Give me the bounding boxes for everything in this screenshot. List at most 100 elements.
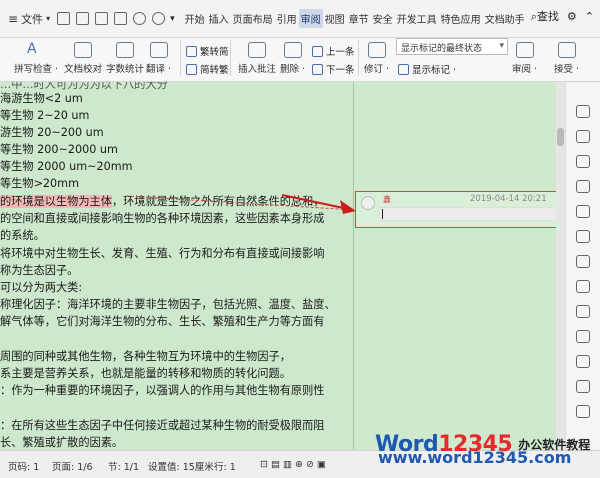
simp-to-trad-button[interactable]: 简转繁 (186, 62, 229, 76)
expand-ribbon-icon[interactable]: ⌃ (585, 10, 594, 23)
redo-icon[interactable] (152, 12, 166, 25)
word-count-button[interactable]: 字数统计 (106, 42, 144, 75)
tab-doc-assistant[interactable]: 文档助手 (483, 9, 527, 28)
tab-home[interactable]: 开始 (183, 9, 207, 28)
doc-line: 等生物 200~2000 um (0, 143, 118, 156)
tab-special-apps[interactable]: 特色应用 (439, 9, 483, 28)
tab-chapter[interactable]: 章节 (347, 9, 371, 28)
doc-line: 系主要是营养关系，也就是能量的转移和物质的转化问题。 (0, 367, 291, 380)
scrollbar-thumb[interactable] (557, 128, 564, 146)
insert-comment-icon (248, 42, 266, 58)
doc-line: ：在所有这些生态因子中任何接近或超过某种生物的耐受极限而阻 (0, 418, 325, 432)
doc-line: 等生物 2~20 um (0, 109, 90, 122)
delete-comment-button[interactable]: 删除 · (280, 42, 305, 75)
doc-line: 将环境中对生物生长、发育、生殖、行为和分布有直接或间接影响 (0, 246, 325, 260)
comment-input[interactable] (379, 207, 557, 221)
backup-icon[interactable] (576, 330, 590, 343)
tab-references[interactable]: 引用 (275, 9, 299, 28)
undo-icon[interactable] (133, 12, 147, 25)
recent-icon[interactable] (576, 230, 590, 243)
show-markup-icon (398, 63, 409, 75)
review-ribbon: A 拼写检查 · 文档校对 字数统计 翻译 · 繁转简 简转繁 插入批注 删除 … (0, 38, 600, 82)
doc-line: 称理化因子：海洋环境的主要非生物因子，包括光照、温度、盐度、 (0, 298, 336, 312)
save-icon[interactable] (57, 12, 71, 25)
file-menu[interactable]: ≡ 文件 ▾ (4, 8, 54, 30)
export-icon[interactable] (576, 280, 590, 293)
tab-view[interactable]: 视图 (323, 9, 347, 28)
doc-line: 的环境是以生物为主体，环境就是生物之外所有自然条件的总和， (0, 195, 325, 208)
revisions-button[interactable]: 修订 · (364, 42, 389, 75)
tab-insert[interactable]: 插入 (207, 9, 231, 28)
doc-line: 长、繁殖或扩散的因素。 (0, 435, 124, 449)
prev-icon (312, 45, 323, 57)
top-menu-bar: ≡ 文件 ▾ ▾ 开始 插入 页面布局 引用 审阅 视图 章节 安全 开发工具 … (0, 0, 600, 38)
ribbon-tabs: 开始 插入 页面布局 引用 审阅 视图 章节 安全 开发工具 特色应用 文档助手 (183, 9, 527, 28)
doc-line: 解气体等，它们对海洋生物的分布、生长、繁殖和生产力等方面有 (0, 315, 325, 329)
document-area[interactable]: …中…时人可为为为以下八的大分 海游生物<2 um 等生物 2~20 um 游生… (0, 82, 353, 450)
tools-icon[interactable] (576, 205, 590, 218)
print-icon[interactable] (95, 12, 109, 25)
topbar-right: ⌕查找 ⚙ ⌃ (531, 8, 594, 24)
vertical-scrollbar[interactable] (556, 82, 565, 450)
revisions-icon (367, 42, 386, 58)
avatar (361, 196, 375, 210)
doc-line: 海游生物<2 um (0, 92, 83, 105)
doc-line: 的系统。 (0, 229, 45, 243)
doc-line: 等生物 2000 um~20mm (0, 160, 133, 173)
comment-card[interactable]: 鑫 2019-04-14 20:21 (355, 191, 559, 228)
section-count: 节: 1/1 (108, 462, 140, 473)
doc-line: 称为生态因子。 (0, 263, 79, 277)
select-icon[interactable] (576, 130, 590, 143)
commented-text-highlight[interactable]: 的环境是以生物为主体 (0, 195, 112, 208)
text-caret (382, 209, 383, 219)
comment-author: 鑫 (383, 195, 391, 204)
more-icon[interactable]: ▾ (170, 14, 175, 24)
settings-icon[interactable]: ⚙ (567, 10, 577, 23)
doc-line: 游生物 20~200 um (0, 126, 104, 139)
display-state-select[interactable]: 显示标记的最终状态 (396, 38, 508, 55)
chevron-down-icon: ▾ (46, 14, 51, 23)
doc-line: 的空间和直接或间接影响生物的各种环境因素，这些因素本身形成 (0, 212, 325, 226)
view-icons[interactable]: ⊡ ▤ ▥ ⊕ ⊘ ▣ (260, 459, 326, 470)
trad-to-simp-button[interactable]: 繁转简 (186, 44, 229, 58)
delete-comment-icon (283, 42, 302, 58)
doc-proof-button[interactable]: 文档校对 (64, 42, 102, 75)
tab-developer[interactable]: 开发工具 (395, 9, 439, 28)
doc-line: 等生物>20mm (0, 177, 79, 190)
history-icon[interactable] (576, 380, 590, 393)
tab-page-layout[interactable]: 页面布局 (231, 9, 275, 28)
watermark-url: www.word12345.com (378, 448, 572, 467)
show-markup-dropdown[interactable]: 显示标记 · (398, 62, 456, 76)
review-button[interactable]: 审阅 · (512, 42, 537, 75)
doc-proof-icon (74, 42, 92, 58)
translate-button[interactable]: 翻译 · (146, 42, 171, 75)
hamburger-icon: ≡ (8, 11, 19, 26)
share-icon[interactable] (576, 255, 590, 268)
print-preview-icon[interactable] (114, 12, 128, 25)
review-icon (515, 42, 534, 58)
insert-comment-button[interactable]: 插入批注 (238, 42, 276, 75)
simp-to-trad-icon (186, 63, 197, 75)
search-button[interactable]: ⌕查找 (531, 8, 559, 24)
next-icon (312, 63, 323, 75)
shapes-icon[interactable] (576, 155, 590, 168)
next-comment-button[interactable]: 下一条 (312, 62, 355, 76)
row-number: 行: 1 (214, 462, 236, 473)
export-pdf-icon[interactable] (76, 12, 90, 25)
page-number: 页码: 1 (8, 462, 40, 473)
cloud-icon[interactable] (576, 305, 590, 318)
help-icon[interactable] (576, 355, 590, 368)
tab-review[interactable]: 审阅 (298, 9, 323, 28)
trad-to-simp-icon (186, 45, 197, 57)
adjust-icon[interactable] (576, 180, 590, 193)
accept-button[interactable]: 接受 · (554, 42, 579, 75)
tab-security[interactable]: 安全 (371, 9, 395, 28)
comment-pane (353, 82, 565, 450)
doc-line: ：作为一种重要的环境因子，以强调人的作用与其他生物有原则性 (0, 384, 325, 398)
prev-comment-button[interactable]: 上一条 (312, 44, 355, 58)
doc-line: 周围的同种或其他生物，各种生物互为环境中的生物因子， (0, 349, 291, 363)
comment-date: 2019-04-14 20:21 (470, 194, 547, 204)
edit-icon[interactable] (576, 105, 590, 118)
spellcheck-button[interactable]: A 拼写检查 · (14, 42, 58, 75)
bookmark-icon[interactable] (576, 405, 590, 418)
